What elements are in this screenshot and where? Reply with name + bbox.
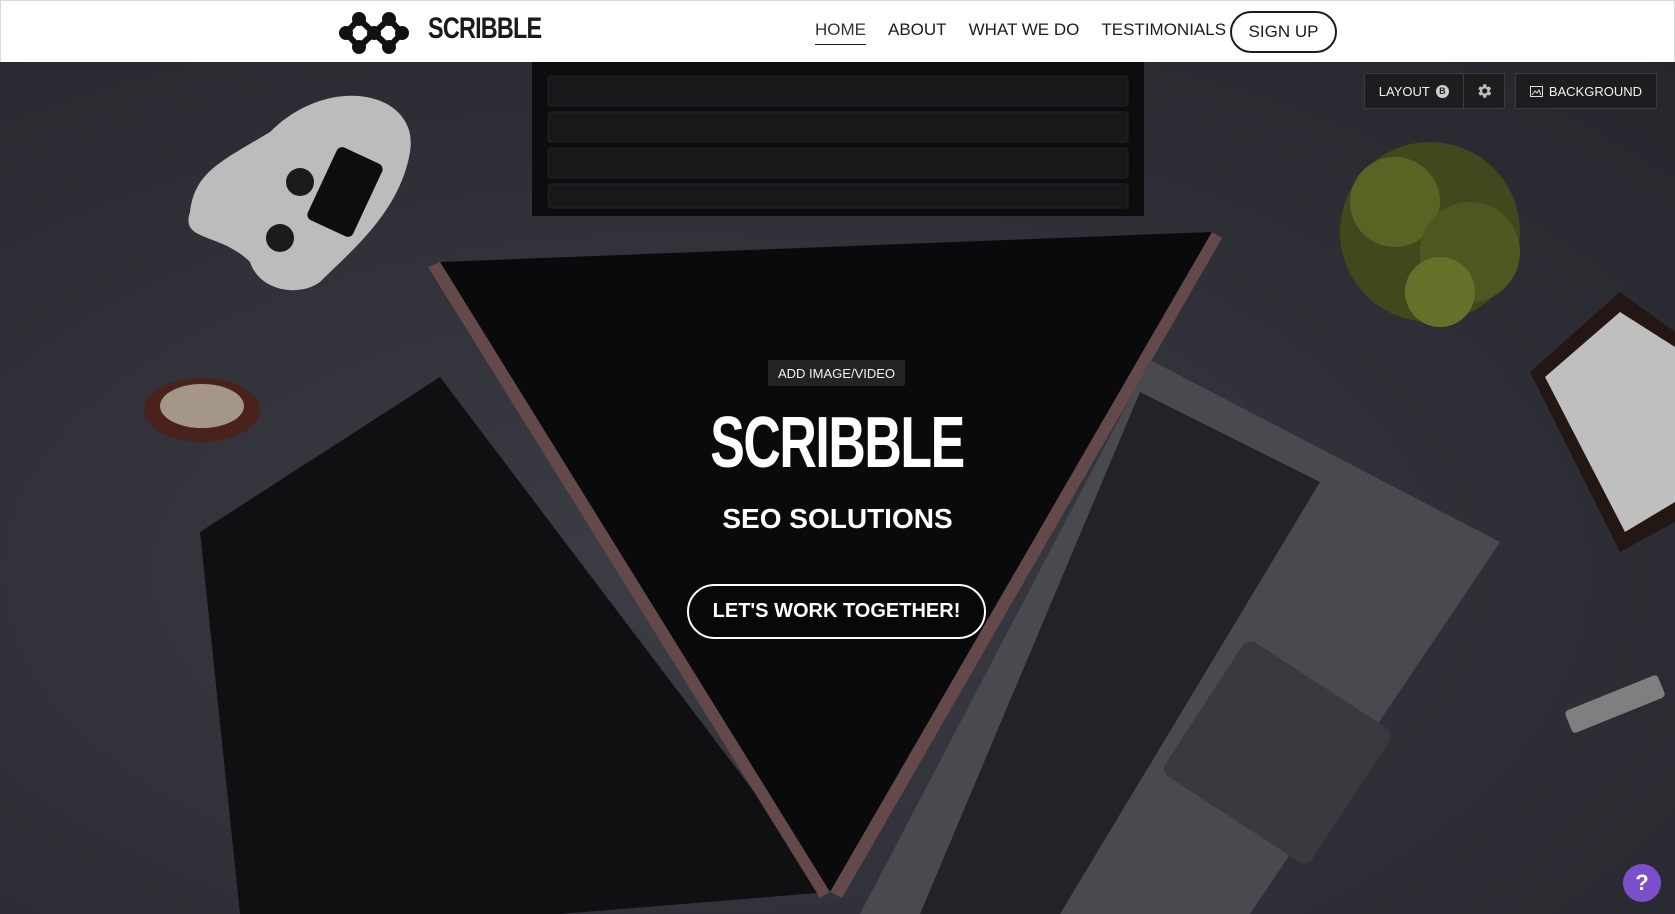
- main-nav: HOME ABOUT WHAT WE DO TESTIMONIALS: [815, 20, 1248, 45]
- nav-home[interactable]: HOME: [815, 20, 866, 45]
- sign-up-button[interactable]: SIGN UP: [1230, 11, 1337, 53]
- layout-label: LAYOUT: [1378, 83, 1430, 99]
- image-icon: [1529, 85, 1543, 97]
- help-icon[interactable]: ?: [1623, 864, 1661, 902]
- background-label: BACKGROUND: [1548, 83, 1642, 99]
- hero-title: SCRIBBLE: [0, 402, 1675, 484]
- hero-section: LAYOUT B BACKGROUND ADD IMAGE/VIDEO SCRI…: [0, 62, 1675, 914]
- layout-button[interactable]: LAYOUT B: [1365, 74, 1463, 108]
- settings-button[interactable]: [1462, 74, 1504, 108]
- gear-icon: [1478, 84, 1492, 98]
- hero-subtitle: SEO SOLUTIONS: [722, 503, 953, 534]
- background-button[interactable]: BACKGROUND: [1516, 74, 1656, 108]
- logo-text[interactable]: SCRIBBLE: [428, 12, 542, 46]
- hero-title-text: SCRIBBLE: [710, 403, 966, 483]
- editor-toolbar: LAYOUT B BACKGROUND: [1363, 73, 1657, 109]
- nav-what-we-do[interactable]: WHAT WE DO: [969, 20, 1080, 45]
- add-image-video-button[interactable]: ADD IMAGE/VIDEO: [768, 360, 906, 386]
- scribble-logo-icon[interactable]: [337, 10, 411, 56]
- site-header: SCRIBBLE HOME ABOUT WHAT WE DO TESTIMONI…: [0, 0, 1675, 63]
- background-tool-group: BACKGROUND: [1514, 73, 1657, 109]
- layout-badge: B: [1435, 84, 1449, 98]
- nav-about[interactable]: ABOUT: [888, 20, 947, 45]
- cta-button[interactable]: LET'S WORK TOGETHER!: [687, 584, 986, 639]
- nav-testimonials[interactable]: TESTIMONIALS: [1101, 20, 1226, 45]
- hero-overlay: [0, 62, 1675, 914]
- layout-tool-group: LAYOUT B: [1363, 73, 1505, 109]
